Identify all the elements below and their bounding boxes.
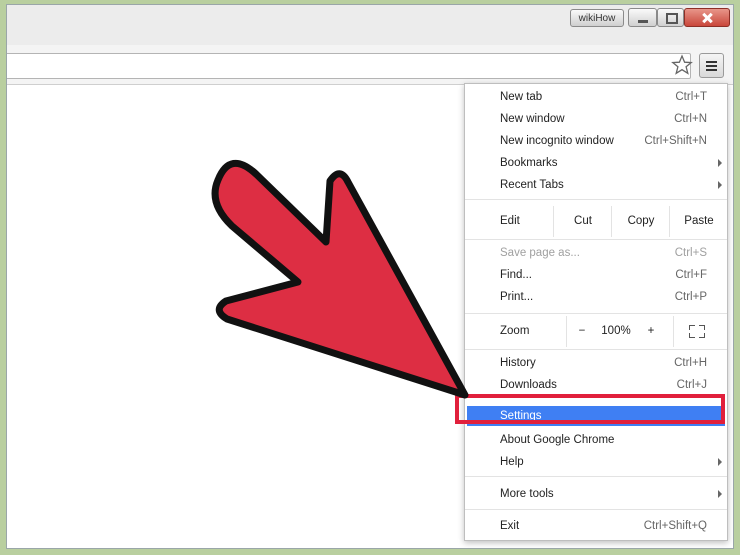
red-arrow-icon [211,160,469,399]
screenshot-stage: wikiHow New tab Ctrl+T New window Ctrl+N… [0,0,740,555]
